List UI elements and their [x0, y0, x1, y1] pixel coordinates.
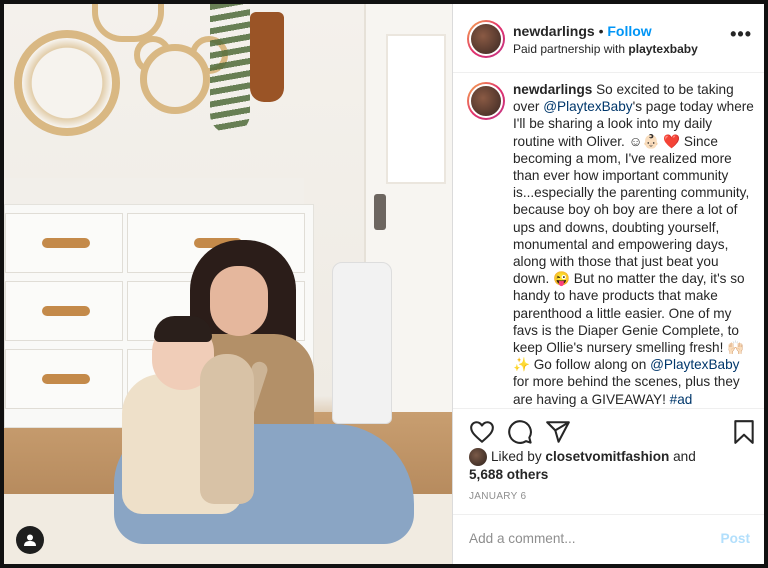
likes-summary: Liked by closetvomitfashion and 5,688 ot… — [469, 448, 696, 483]
heart-icon[interactable] — [469, 419, 495, 445]
post-header: newdarlings • Follow Paid partnership wi… — [453, 4, 764, 73]
hashtag-link[interactable]: #ad — [670, 392, 693, 407]
tagged-users-button[interactable] — [16, 526, 44, 554]
post-photo[interactable] — [4, 4, 452, 564]
comment-box: Add a comment... Post — [453, 514, 764, 564]
liker-username[interactable]: closetvomitfashion — [545, 449, 669, 464]
caption-text: newdarlings So excited to be taking over… — [513, 82, 754, 407]
caption-avatar[interactable] — [467, 82, 505, 120]
stuffed-bunny — [200, 354, 254, 504]
username-link[interactable]: newdarlings — [513, 23, 595, 39]
diaper-pail — [332, 262, 392, 424]
mention-link[interactable]: @PlaytexBaby — [650, 357, 739, 372]
user-icon — [24, 534, 36, 546]
caption-section: newdarlings So excited to be taking over… — [453, 72, 764, 408]
post-details-panel: newdarlings • Follow Paid partnership wi… — [452, 4, 764, 564]
hanging-plant — [210, 4, 250, 134]
instagram-post-window: newdarlings • Follow Paid partnership wi… — [4, 4, 764, 564]
post-button[interactable]: Post — [721, 531, 750, 546]
wall-mirror-round — [14, 30, 120, 136]
mention-link[interactable]: @PlaytexBaby — [543, 99, 632, 114]
wall-mirror-bear — [140, 44, 210, 114]
likes-count-link[interactable]: 5,688 others — [469, 467, 548, 482]
separator-dot: • — [598, 23, 604, 39]
follow-button[interactable]: Follow — [607, 23, 651, 39]
liker-avatar[interactable] — [469, 448, 487, 467]
caption-username[interactable]: newdarlings — [513, 82, 592, 97]
avatar[interactable] — [467, 20, 505, 58]
partnership-label: Paid partnership with — [513, 42, 626, 56]
bookmark-icon[interactable] — [731, 419, 757, 445]
paper-plane-icon[interactable] — [545, 419, 571, 445]
comment-input[interactable]: Add a comment... — [469, 531, 576, 546]
partner-link[interactable]: playtexbaby — [628, 42, 697, 56]
comment-icon[interactable] — [507, 419, 533, 445]
paid-partnership: Paid partnership with playtexbaby — [513, 42, 698, 56]
hanging-knit-romper — [250, 12, 284, 102]
more-options-icon[interactable]: ••• — [730, 24, 752, 45]
post-date[interactable]: JANUARY 6 — [469, 491, 526, 502]
woman — [210, 266, 268, 336]
